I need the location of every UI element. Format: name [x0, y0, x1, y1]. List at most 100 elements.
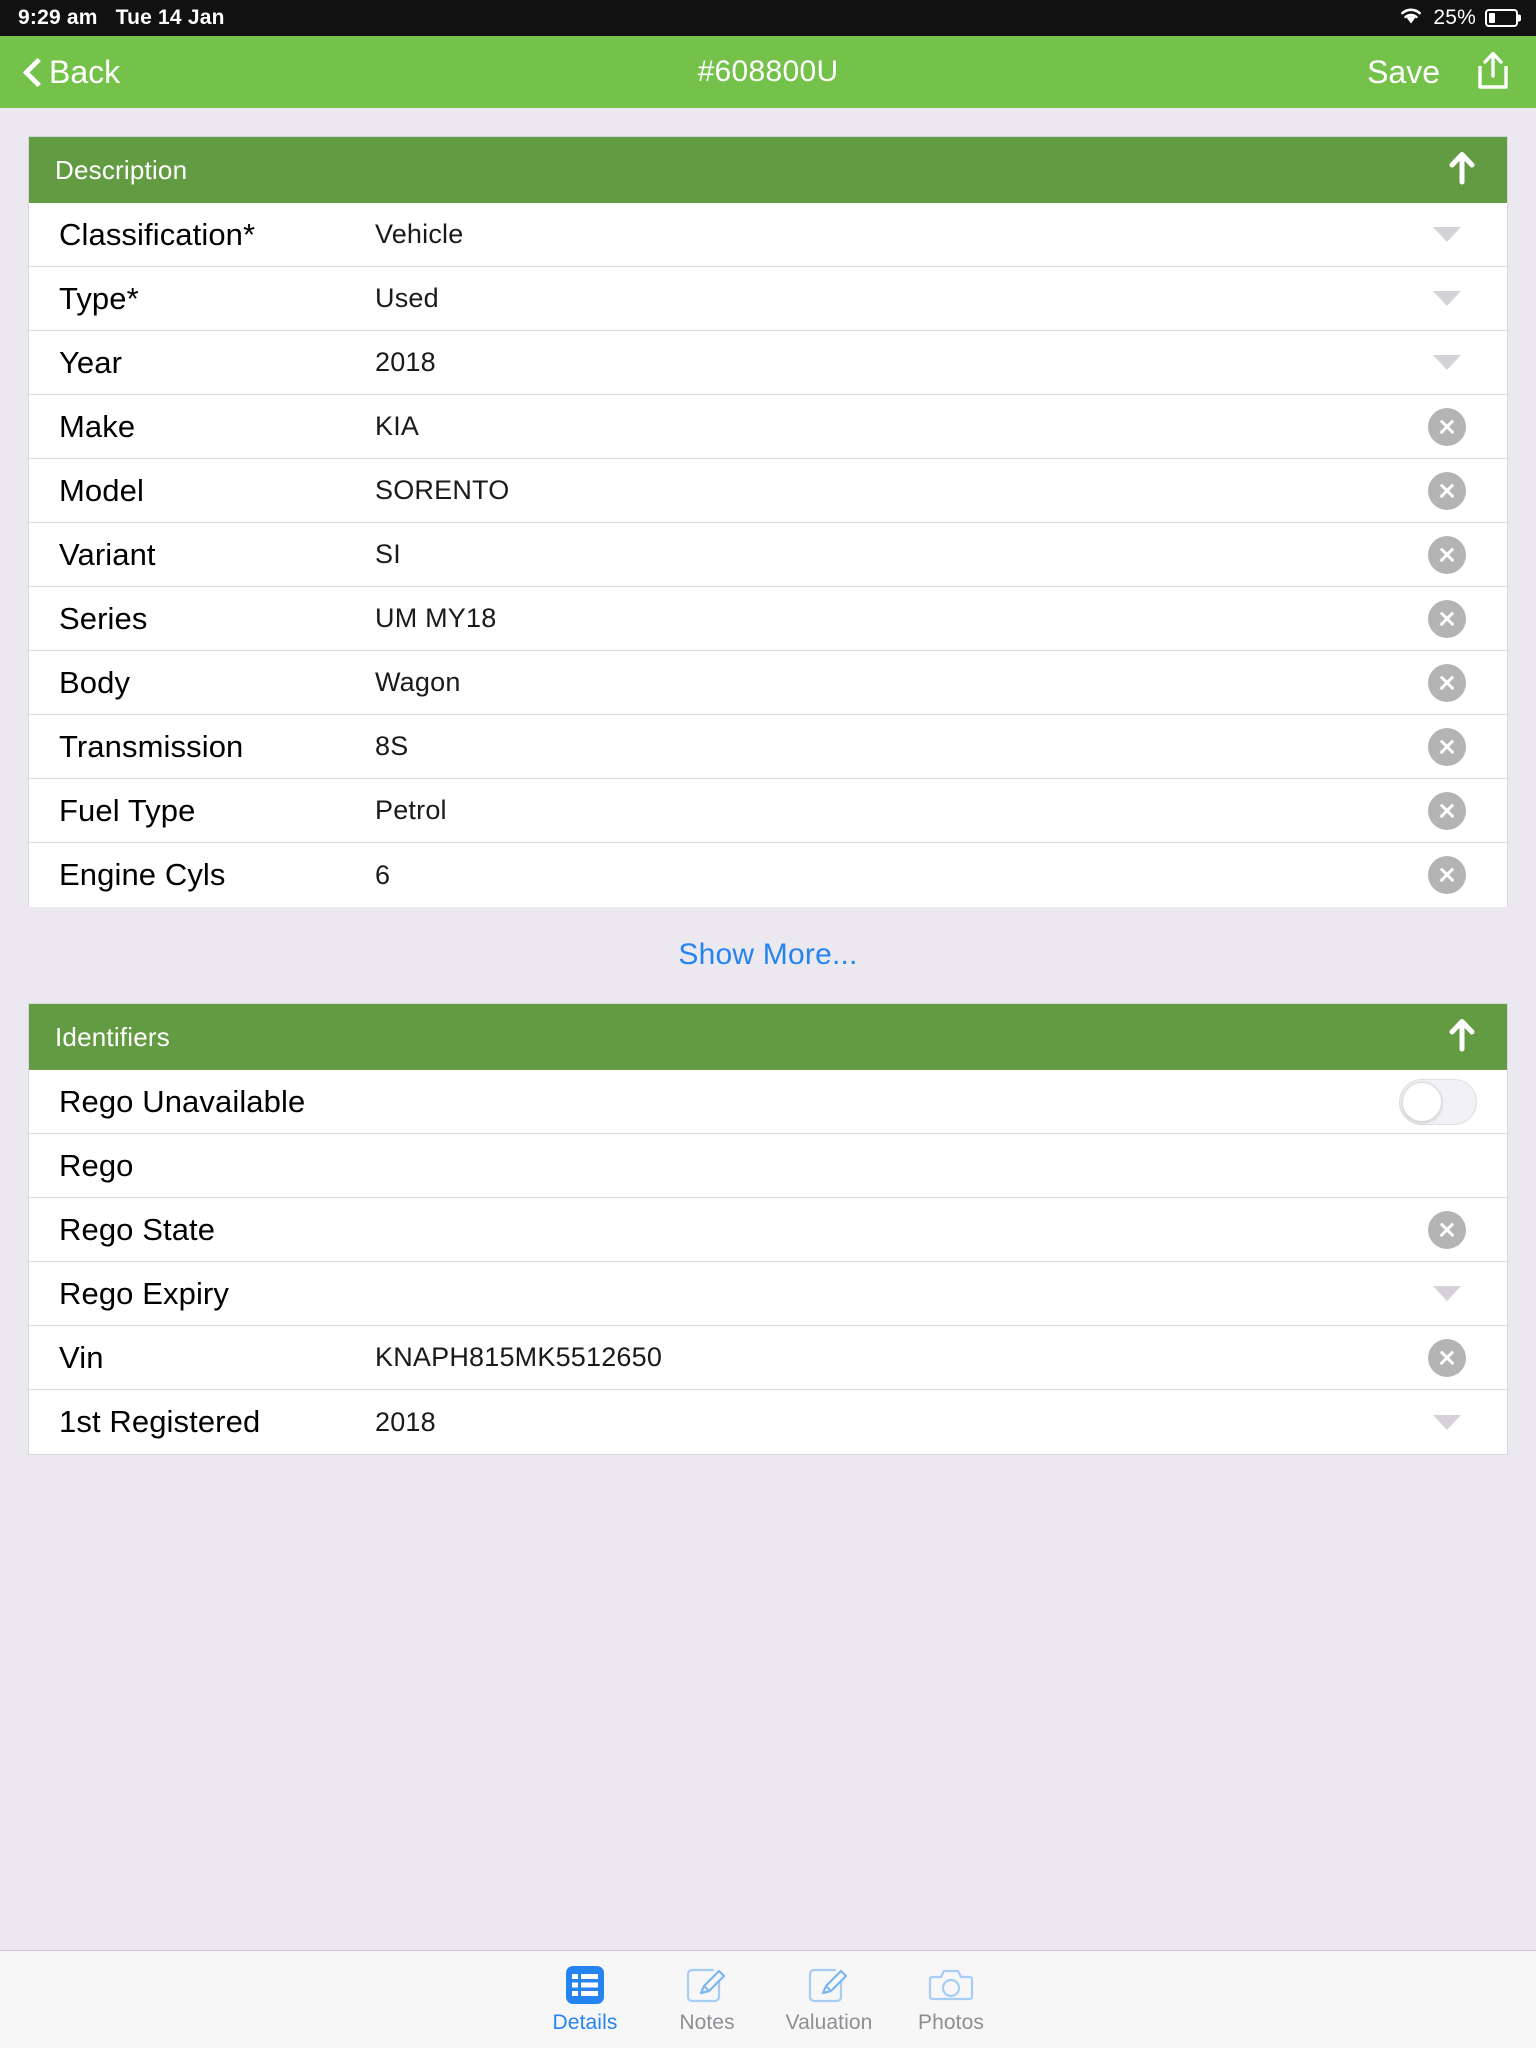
battery-icon — [1485, 9, 1518, 27]
field-accessory — [1417, 535, 1477, 574]
table-row[interactable]: 1st Registered 2018 — [29, 1390, 1507, 1454]
field-label: Vin — [59, 1339, 104, 1375]
section-header-description[interactable]: Description — [29, 137, 1507, 203]
tab-label: Valuation — [785, 2011, 873, 2034]
section-card-identifiers: Identifiers Rego Unavailable Rego Rego S… — [28, 1003, 1508, 1455]
table-row[interactable]: Vin KNAPH815MK5512650 — [29, 1326, 1507, 1390]
list-icon — [564, 1964, 606, 2006]
field-accessory — [1417, 856, 1477, 894]
clear-icon[interactable] — [1428, 407, 1466, 446]
field-accessory — [1417, 355, 1477, 370]
table-row[interactable]: Engine Cyls 6 — [29, 843, 1507, 907]
camera-icon — [928, 1964, 974, 2006]
table-row[interactable]: Model SORENTO — [29, 459, 1507, 523]
section-rows-description: Classification* Vehicle Type* Used Year … — [29, 203, 1507, 907]
chevron-down-icon[interactable] — [1433, 291, 1461, 306]
field-accessory — [1417, 471, 1477, 510]
table-row[interactable]: Year 2018 — [29, 331, 1507, 395]
save-button[interactable]: Save — [1367, 54, 1440, 91]
table-row[interactable]: Rego Unavailable — [29, 1070, 1507, 1134]
table-row[interactable]: Rego State — [29, 1198, 1507, 1262]
status-bar-left: 9:29 am Tue 14 Jan — [18, 6, 225, 30]
table-row[interactable]: Variant SI — [29, 523, 1507, 587]
form-scroll-container[interactable]: Description Classification* Vehicle Type… — [0, 108, 1536, 1950]
rego-unavailable-toggle[interactable] — [1399, 1078, 1477, 1125]
tab-label: Notes — [679, 2011, 735, 2034]
field-accessory — [1417, 727, 1477, 766]
toggle-knob — [1402, 1081, 1442, 1122]
table-row[interactable]: Rego — [29, 1134, 1507, 1198]
field-label: Transmission — [59, 728, 244, 764]
status-bar: 9:29 am Tue 14 Jan 25% — [0, 0, 1536, 36]
table-row[interactable]: Make KIA — [29, 395, 1507, 459]
table-row[interactable]: Transmission 8S — [29, 715, 1507, 779]
navigation-bar-right: Save — [1367, 50, 1512, 95]
section-title-description: Description — [55, 154, 188, 185]
clear-icon[interactable] — [1428, 1210, 1466, 1249]
chevron-down-icon[interactable] — [1433, 227, 1461, 242]
clear-icon[interactable] — [1428, 535, 1466, 574]
field-value: 2018 — [375, 1406, 436, 1437]
field-label: Make — [59, 408, 136, 444]
field-label: Classification* — [59, 216, 256, 252]
section-card-description: Description Classification* Vehicle Type… — [28, 136, 1508, 907]
navigation-bar: Back #608800U Save — [0, 36, 1536, 108]
status-time: 9:29 am — [18, 6, 98, 29]
tab-photos[interactable]: Photos — [890, 1964, 1012, 2035]
field-label: Type* — [59, 280, 139, 316]
field-value: Vehicle — [375, 219, 464, 249]
clear-icon[interactable] — [1428, 791, 1466, 830]
app-root: 9:29 am Tue 14 Jan 25% Back #608800U Sav… — [0, 0, 1536, 2048]
section-header-identifiers[interactable]: Identifiers — [29, 1004, 1507, 1070]
show-more-container: Show More... — [28, 907, 1508, 1003]
field-accessory — [1417, 1286, 1477, 1301]
field-label: Engine Cyls — [59, 857, 226, 892]
tab-label: Details — [552, 2011, 618, 2034]
clear-icon[interactable] — [1428, 599, 1466, 638]
tab-details[interactable]: Details — [524, 1964, 646, 2035]
field-accessory — [1417, 663, 1477, 702]
arrow-up-icon[interactable] — [1447, 151, 1477, 190]
chevron-down-icon[interactable] — [1433, 355, 1461, 370]
table-row[interactable]: Series UM MY18 — [29, 587, 1507, 651]
arrow-up-icon[interactable] — [1447, 1018, 1477, 1057]
chevron-left-icon — [24, 58, 40, 86]
field-label: Body — [59, 664, 131, 700]
field-value: KIA — [375, 411, 420, 441]
field-value: SI — [375, 539, 401, 569]
chevron-down-icon[interactable] — [1433, 1414, 1461, 1430]
field-value: Used — [375, 283, 439, 313]
field-value: KNAPH815MK5512650 — [375, 1342, 663, 1372]
clear-icon[interactable] — [1428, 727, 1466, 766]
tab-bar: Details Notes Valuation Photos — [0, 1950, 1536, 2048]
share-icon[interactable] — [1474, 50, 1512, 95]
field-label: Model — [59, 472, 144, 508]
field-accessory — [1417, 1210, 1477, 1249]
field-label: Rego Unavailable — [59, 1083, 306, 1119]
table-row[interactable]: Type* Used — [29, 267, 1507, 331]
back-button-label: Back — [49, 53, 121, 90]
show-more-button[interactable]: Show More... — [678, 938, 857, 972]
field-accessory — [1417, 1414, 1477, 1430]
table-row[interactable]: Classification* Vehicle — [29, 203, 1507, 267]
clear-icon[interactable] — [1428, 856, 1466, 894]
table-row[interactable]: Fuel Type Petrol — [29, 779, 1507, 843]
clear-icon[interactable] — [1428, 663, 1466, 702]
clear-icon[interactable] — [1428, 1338, 1466, 1377]
battery-fill — [1489, 13, 1496, 23]
field-value: 8S — [375, 731, 409, 761]
note-edit-icon — [685, 1964, 729, 2006]
field-label: Rego Expiry — [59, 1275, 229, 1311]
section-title-identifiers: Identifiers — [55, 1021, 170, 1052]
field-label: Rego — [59, 1147, 134, 1183]
table-row[interactable]: Rego Expiry — [29, 1262, 1507, 1326]
field-accessory — [1417, 291, 1477, 306]
back-button[interactable]: Back — [24, 54, 120, 91]
field-value: 6 — [375, 859, 391, 890]
tab-notes[interactable]: Notes — [646, 1964, 768, 2035]
tab-valuation[interactable]: Valuation — [768, 1964, 890, 2035]
table-row[interactable]: Body Wagon — [29, 651, 1507, 715]
clear-icon[interactable] — [1428, 471, 1466, 510]
chevron-down-icon[interactable] — [1433, 1286, 1461, 1301]
field-value: Petrol — [375, 795, 447, 825]
